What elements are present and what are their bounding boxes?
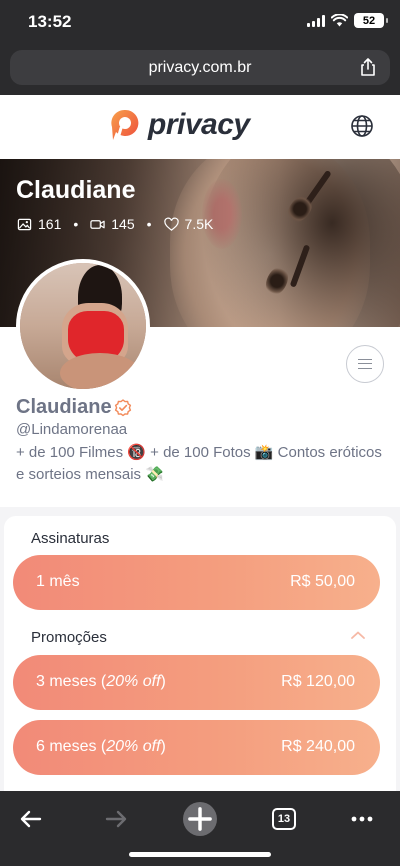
plan-price: R$ 120,00 (281, 673, 355, 690)
photos-stat: 161 (17, 216, 61, 232)
tabs-button[interactable]: 13 (264, 799, 304, 839)
verified-badge-icon (114, 399, 131, 417)
likes-stat: 7.5K (163, 216, 214, 232)
plan-price: R$ 50,00 (290, 573, 355, 590)
url-bar[interactable]: privacy.com.br (10, 50, 390, 85)
more-icon (351, 816, 373, 822)
status-bar: 13:52 52 (0, 0, 400, 46)
privacy-logo-icon (111, 109, 139, 140)
cover-stats: 161 • 145 • 7.5K (17, 216, 213, 232)
promotions-title: Promoções (31, 629, 107, 646)
heart-icon (163, 217, 179, 231)
status-icons: 52 (307, 13, 388, 28)
display-name-text: Claudiane (16, 396, 112, 418)
profile-menu-button[interactable] (346, 345, 384, 383)
plan-1-month-button[interactable]: 1 mês R$ 50,00 (13, 555, 380, 610)
plan-label: 3 meses (20% off) (36, 673, 166, 690)
url-text[interactable]: privacy.com.br (10, 59, 390, 77)
more-button[interactable] (342, 799, 382, 839)
likes-count: 7.5K (184, 216, 214, 232)
privacy-logo[interactable]: privacy (108, 107, 250, 143)
status-time: 13:52 (28, 12, 72, 31)
video-camera-icon (90, 219, 105, 229)
plan-3-months-button[interactable]: 3 meses (20% off) R$ 120,00 (13, 655, 380, 710)
wifi-icon (331, 14, 348, 27)
home-indicator[interactable] (129, 852, 271, 857)
forward-button[interactable] (96, 799, 136, 839)
photos-count: 161 (38, 216, 62, 232)
back-button[interactable] (11, 799, 51, 839)
videos-count: 145 (111, 216, 135, 232)
logo-text: privacy (148, 108, 250, 141)
back-arrow-icon (20, 810, 42, 828)
avatar[interactable] (16, 259, 150, 393)
chevron-up-icon[interactable] (350, 630, 366, 640)
tabs-icon: 13 (272, 808, 296, 830)
signal-icon (307, 14, 325, 27)
cover-name: Claudiane (16, 176, 136, 204)
plan-discount: 20% off (106, 738, 161, 755)
videos-stat: 145 (90, 216, 135, 232)
subscriptions-title: Assinaturas (31, 530, 110, 547)
new-tab-plus-icon (183, 802, 217, 836)
menu-icon (358, 359, 372, 369)
plan-discount: 20% off (106, 673, 161, 690)
share-icon[interactable] (358, 57, 378, 77)
site-header: privacy (0, 95, 400, 159)
battery-icon: 52 (354, 13, 388, 28)
plan-6-months-button[interactable]: 6 meses (20% off) R$ 240,00 (13, 720, 380, 775)
display-name: Claudiane (16, 396, 132, 419)
plan-label: 1 mês (36, 573, 80, 590)
bio: + de 100 Filmes 🔞 + de 100 Fotos 📸 Conto… (16, 444, 382, 483)
image-icon (17, 218, 32, 230)
new-tab-button[interactable] (180, 799, 220, 839)
username: @Lindamorenaa (16, 421, 128, 438)
plan-label: 6 meses (20% off) (36, 738, 166, 755)
plan-price: R$ 240,00 (281, 738, 355, 755)
forward-arrow-icon (105, 810, 127, 828)
globe-icon[interactable] (350, 114, 374, 138)
